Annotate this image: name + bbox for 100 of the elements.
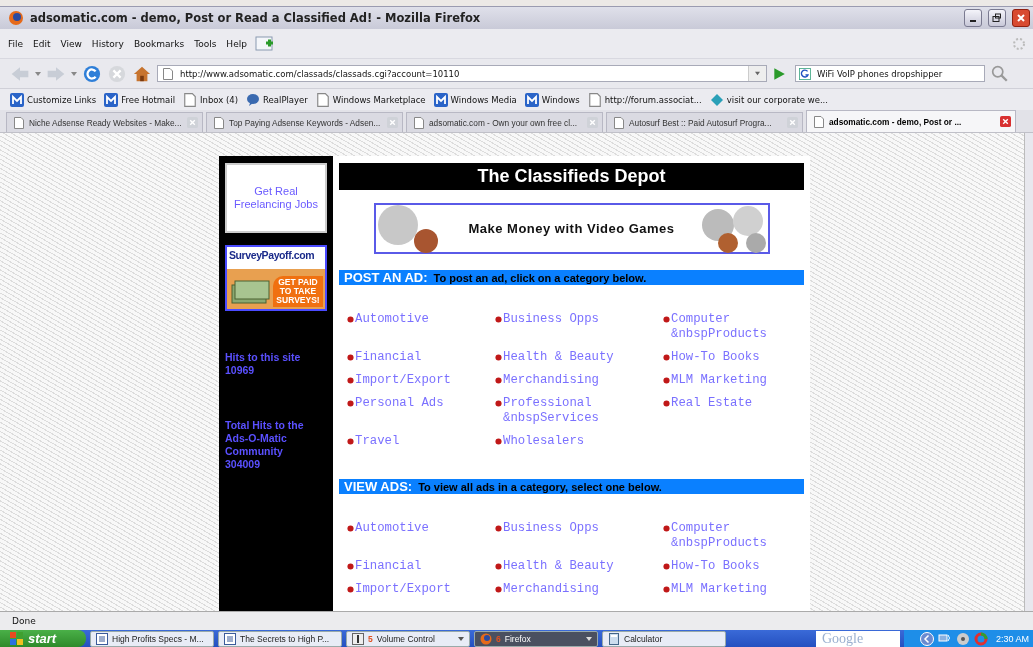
- category-link[interactable]: Professional &nbspServices: [503, 396, 653, 426]
- total-hits-label: Total Hits to the Ads-O-Matic Community: [225, 419, 305, 458]
- taskbar-button[interactable]: Calculator: [602, 630, 726, 647]
- add-bookmark-icon[interactable]: [254, 34, 275, 53]
- category-link[interactable]: Computer &nbspProducts: [671, 312, 796, 342]
- category-link[interactable]: Personal Ads: [355, 396, 444, 411]
- bookmark-item[interactable]: Free Hotmail: [104, 92, 176, 107]
- address-field[interactable]: http://www.adsomatic.com/classads/classads.cgi?account=10110: [157, 65, 767, 82]
- bullet-icon: [347, 586, 354, 593]
- taskbar-button[interactable]: The Secrets to High P...: [218, 630, 342, 647]
- bullet-icon: [347, 354, 354, 361]
- browser-tab[interactable]: Top Paying Adsense Keywords - Adsen...: [206, 112, 403, 132]
- close-button[interactable]: [1012, 9, 1030, 27]
- category-link[interactable]: Business Opps: [503, 312, 653, 327]
- menu-item[interactable]: Edit: [31, 38, 57, 49]
- bookmark-item[interactable]: Inbox (4): [183, 92, 239, 107]
- ad-banner[interactable]: Make Money with Video Games: [373, 203, 770, 254]
- browser-tab[interactable]: adsomatic.com - Own your own free cl...: [406, 112, 603, 132]
- category-link[interactable]: Automotive: [355, 312, 429, 327]
- minimize-button[interactable]: [964, 9, 982, 27]
- hits-count: 10969: [225, 364, 256, 377]
- go-icon[interactable]: [772, 66, 786, 81]
- menu-item[interactable]: File: [6, 38, 30, 49]
- clock: 2:30 AM: [995, 633, 1029, 644]
- category-link[interactable]: Import/Export: [355, 582, 451, 597]
- search-engine-icon[interactable]: [799, 67, 811, 80]
- bullet-icon: [347, 438, 354, 445]
- category-link[interactable]: Real Estate: [671, 396, 796, 411]
- category-link[interactable]: How-To Books: [671, 559, 796, 574]
- page-icon: [13, 116, 25, 129]
- bullet-icon: [495, 586, 502, 593]
- browser-tab[interactable]: Niche Adsense Ready Websites - Make...: [6, 112, 203, 132]
- bullet-icon: [495, 563, 502, 570]
- survey-banner[interactable]: SurveyPayoff.com GET PAID TO TAKE SURVEYS!: [225, 245, 327, 311]
- bullet-icon: [663, 316, 670, 323]
- category-link[interactable]: Financial: [355, 350, 422, 365]
- category-link[interactable]: MLM Marketing: [671, 582, 796, 597]
- colorful-ring-icon[interactable]: [973, 631, 988, 646]
- start-button[interactable]: start: [0, 630, 86, 647]
- category-link[interactable]: Health & Beauty: [503, 559, 653, 574]
- dropdown-icon[interactable]: [71, 71, 77, 76]
- menu-item[interactable]: Bookmarks: [131, 38, 191, 49]
- search-field[interactable]: WiFi VoIP phones dropshipper: [795, 65, 985, 82]
- bookmark-item[interactable]: Windows Media: [433, 92, 517, 107]
- category-link[interactable]: Travel: [355, 434, 400, 449]
- bookmark-item[interactable]: Customize Links: [10, 92, 97, 107]
- dropdown-icon[interactable]: [748, 66, 766, 81]
- bookmark-item[interactable]: visit our corporate we...: [709, 92, 828, 107]
- taskbar-button[interactable]: High Profits Specs - M...: [90, 630, 214, 647]
- menu-item[interactable]: History: [89, 38, 130, 49]
- browser-logo-icon: [8, 10, 24, 26]
- bullet-icon: [347, 377, 354, 384]
- document-icon: [96, 632, 108, 645]
- bullet-icon: [663, 400, 670, 407]
- ad-link[interactable]: Get Real Freelancing Jobs: [227, 185, 325, 211]
- disc-icon[interactable]: [955, 631, 970, 646]
- hits-label: Hits to this site: [225, 351, 302, 364]
- menu-item[interactable]: Tools: [192, 38, 223, 49]
- category-link[interactable]: Financial: [355, 559, 422, 574]
- banner-slogan: GET PAID TO TAKE SURVEYS!: [273, 276, 323, 307]
- category-link[interactable]: How-To Books: [671, 350, 796, 365]
- dropdown-icon[interactable]: [35, 71, 41, 76]
- page-icon: [413, 116, 425, 129]
- browser-tab[interactable]: Autosurf Best :: Paid Autosurf Progra...: [606, 112, 803, 132]
- category-link[interactable]: Computer &nbspProducts: [671, 521, 796, 551]
- category-link[interactable]: Import/Export: [355, 373, 451, 388]
- scrollbar[interactable]: [1024, 133, 1033, 611]
- category-link[interactable]: MLM Marketing: [671, 373, 796, 388]
- bookmark-item[interactable]: Windows Marketplace: [315, 92, 426, 107]
- page-icon: [162, 67, 174, 80]
- taskbar-button[interactable]: 5 Volume Control: [346, 630, 470, 647]
- chevron-icon[interactable]: [919, 631, 934, 646]
- restore-button[interactable]: [988, 9, 1006, 27]
- menu-item[interactable]: View: [58, 38, 88, 49]
- home-icon[interactable]: [132, 64, 152, 83]
- status-text: Done: [12, 616, 36, 626]
- category-link[interactable]: Merchandising: [503, 582, 653, 597]
- category-link[interactable]: Wholesalers: [503, 434, 653, 449]
- page-icon: [315, 92, 330, 107]
- letter-m-icon: [524, 92, 539, 107]
- bullet-icon: [663, 354, 670, 361]
- browser-tab[interactable]: adsomatic.com - demo, Post or ...: [806, 110, 1016, 132]
- bullet-icon: [663, 377, 670, 384]
- bookmark-item[interactable]: http://forum.associat...: [587, 92, 702, 107]
- search-icon[interactable]: [990, 64, 1010, 83]
- page-icon: [613, 116, 625, 129]
- category-link[interactable]: Health & Beauty: [503, 350, 653, 365]
- reload-icon[interactable]: [82, 64, 102, 83]
- category-link[interactable]: Business Opps: [503, 521, 653, 536]
- taskbar-button[interactable]: 6 Firefox: [474, 630, 598, 647]
- bullet-icon: [347, 563, 354, 570]
- group-count: 6: [496, 633, 501, 644]
- bookmark-item[interactable]: Windows: [524, 92, 580, 107]
- category-link[interactable]: Automotive: [355, 521, 429, 536]
- category-link[interactable]: Merchandising: [503, 373, 653, 388]
- speaker-icon: [352, 632, 364, 645]
- menu-item[interactable]: Help: [224, 38, 253, 49]
- close-tab-icon[interactable]: [1000, 116, 1011, 127]
- page-icon: [587, 92, 602, 107]
- bookmark-item[interactable]: RealPlayer: [246, 92, 308, 107]
